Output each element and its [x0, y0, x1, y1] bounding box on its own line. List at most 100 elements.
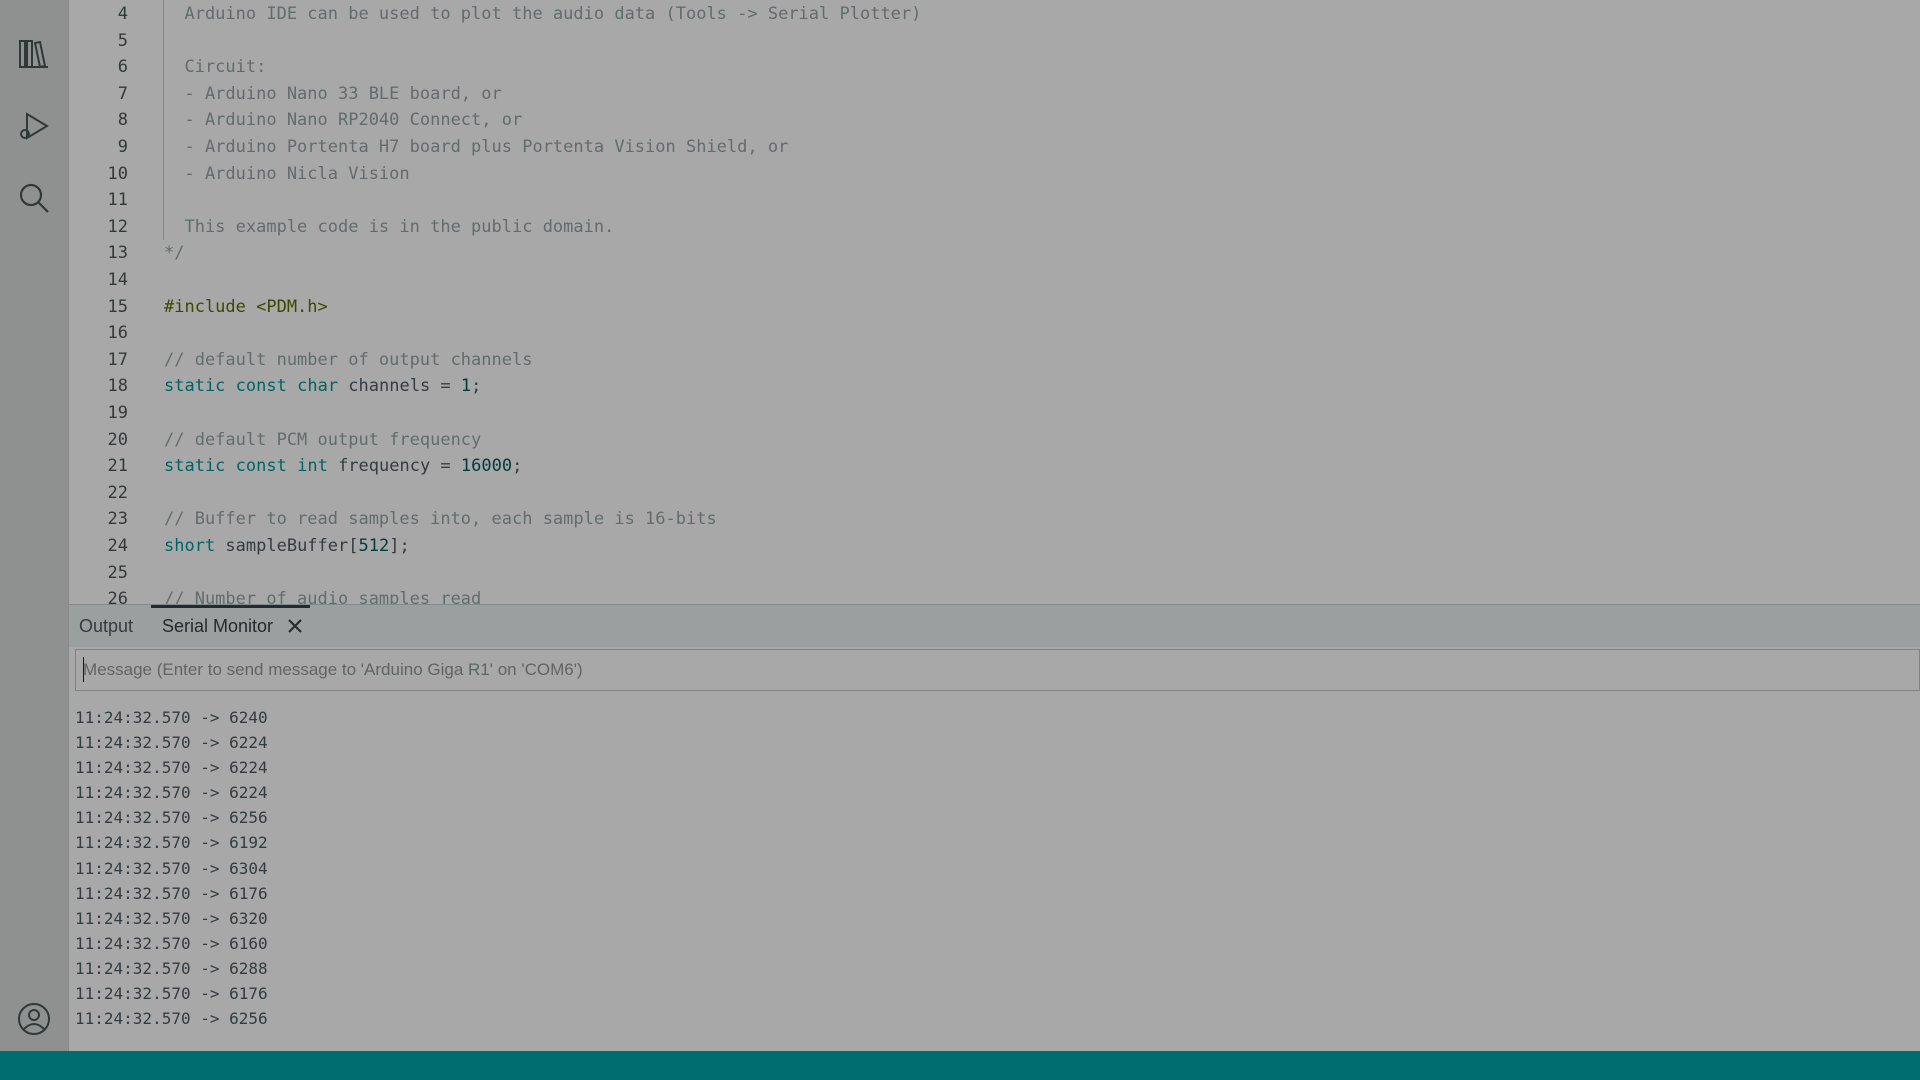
code-line[interactable]: 13 */ — [69, 240, 1920, 267]
code-line[interactable]: 5 — [69, 28, 1920, 55]
code-line[interactable]: 24 short sampleBuffer[512]; — [69, 533, 1920, 560]
serial-line: 11:24:32.570 -> 6224 — [75, 758, 268, 778]
line-number: 25 — [107, 562, 128, 583]
line-number: 9 — [117, 137, 128, 157]
code-token: sampleBuffer[ — [215, 536, 359, 556]
code-line[interactable]: 18 static const char channels = 1; — [69, 373, 1920, 400]
line-number: 15 — [107, 296, 128, 317]
code-token: 16000 — [460, 456, 513, 477]
message-field-wrapper — [75, 649, 1920, 691]
tab-serial-monitor[interactable]: Serial Monitor — [162, 605, 273, 647]
code-editor[interactable]: 4 Arduino IDE can be used to plot the au… — [69, 0, 1920, 604]
line-number: 5 — [117, 30, 128, 51]
line-number: 21 — [107, 456, 128, 477]
line-number: 13 — [107, 243, 128, 264]
line-number: 19 — [107, 403, 128, 423]
line-number: 18 — [107, 376, 128, 397]
serial-line: 11:24:32.570 -> 6320 — [75, 908, 268, 928]
code-token: 1 — [460, 376, 472, 397]
tab-output[interactable]: Output — [79, 605, 133, 647]
code-token: 512 — [358, 536, 390, 556]
code-text: - Arduino Portenta H7 board plus Portent… — [164, 137, 789, 157]
code-token: frequency = — [327, 456, 461, 477]
code-token: channels = — [338, 376, 461, 397]
library-icon[interactable] — [14, 34, 54, 74]
code-line[interactable]: 10 - Arduino Nicla Vision — [69, 161, 1920, 188]
bottom-panel: Output Serial Monitor 11:24:32.570 -> 62… — [69, 604, 1920, 1052]
line-number: 22 — [107, 482, 128, 503]
serial-line: 11:24:32.570 -> 6224 — [75, 783, 268, 803]
code-text: // Number of audio samples read — [164, 589, 482, 604]
serial-line: 11:24:32.570 -> 6240 — [75, 708, 268, 727]
code-token: static — [164, 456, 226, 477]
code-token: const — [235, 376, 287, 397]
code-text: #include <PDM.h> — [164, 296, 328, 317]
code-text: // default number of output channels — [164, 349, 533, 370]
code-line[interactable]: 6 Circuit: — [69, 54, 1920, 81]
code-line[interactable]: 14 — [69, 267, 1920, 294]
line-number: 14 — [107, 270, 128, 290]
code-line[interactable]: 15 #include <PDM.h> — [69, 294, 1920, 321]
code-text: static const int frequency = 16000; — [164, 453, 522, 480]
code-line[interactable]: 25 — [69, 560, 1920, 587]
code-line[interactable]: 22 — [69, 480, 1920, 507]
serial-output: 11:24:32.570 -> 6240 11:24:32.570 -> 6224… — [75, 705, 268, 1031]
serial-line: 11:24:32.570 -> 6176 — [75, 883, 268, 903]
line-number: 24 — [107, 536, 128, 556]
code-text: static const char channels = 1; — [164, 373, 481, 400]
line-number: 10 — [107, 163, 128, 184]
code-line[interactable]: 11 — [69, 187, 1920, 214]
close-icon[interactable] — [285, 616, 305, 636]
text-caret — [83, 657, 84, 682]
code-token: ; — [512, 456, 523, 477]
code-token: short — [164, 536, 216, 556]
code-line[interactable]: 26 // Number of audio samples read — [69, 586, 1920, 604]
line-number: 20 — [107, 429, 128, 450]
serial-message-input[interactable] — [76, 650, 1919, 690]
code-line[interactable]: 19 — [69, 400, 1920, 427]
code-line[interactable]: 4 Arduino IDE can be used to plot the au… — [69, 1, 1920, 28]
code-text: - Arduino Nano RP2040 Connect, or — [164, 110, 523, 131]
code-token: static — [164, 376, 226, 397]
code-line[interactable]: 17 // default number of output channels — [69, 347, 1920, 374]
line-number: 8 — [117, 110, 128, 131]
line-number: 23 — [107, 509, 128, 530]
search-icon[interactable] — [14, 178, 54, 218]
line-number: 12 — [107, 216, 128, 237]
serial-line: 11:24:32.570 -> 6176 — [75, 984, 268, 1004]
code-text: // default PCM output frequency — [164, 429, 482, 450]
serial-line: 11:24:32.570 -> 6256 — [75, 808, 268, 828]
code-line[interactable]: 7 - Arduino Nano 33 BLE board, or — [69, 81, 1920, 108]
status-bar — [0, 1051, 1920, 1080]
code-line[interactable]: 20 // default PCM output frequency — [69, 427, 1920, 454]
code-line[interactable]: 12 This example code is in the public do… — [69, 214, 1920, 241]
code-line[interactable]: 8 - Arduino Nano RP2040 Connect, or — [69, 107, 1920, 134]
serial-line: 11:24:32.570 -> 6160 — [75, 933, 268, 953]
line-number: 6 — [117, 57, 128, 78]
line-number: 17 — [107, 349, 128, 370]
code-token: ]; — [389, 536, 410, 556]
serial-line: 11:24:32.570 -> 6304 — [75, 858, 268, 878]
code-line[interactable]: 23 // Buffer to read samples into, each s… — [69, 506, 1920, 533]
code-text: short sampleBuffer[512]; — [164, 533, 410, 560]
panel-tabbar: Output Serial Monitor — [69, 605, 1920, 647]
line-number: 7 — [117, 83, 128, 104]
debug-icon[interactable] — [14, 106, 54, 146]
code-text: - Arduino Nano 33 BLE board, or — [164, 83, 502, 104]
code-token: int — [297, 456, 328, 477]
serial-line: 11:24:32.570 -> 6224 — [75, 733, 268, 753]
code-line[interactable]: 21 static const int frequency = 16000; — [69, 453, 1920, 480]
line-number: 11 — [107, 190, 128, 211]
activity-bar — [0, 0, 69, 1051]
account-icon[interactable] — [14, 999, 54, 1039]
code-token: char — [297, 376, 339, 397]
code-line[interactable]: 16 — [69, 320, 1920, 347]
code-line[interactable]: 9 - Arduino Portenta H7 board plus Porte… — [69, 134, 1920, 161]
code-text: */ — [164, 243, 185, 264]
code-token: ; — [471, 376, 482, 397]
serial-line: 11:24:32.570 -> 6192 — [75, 833, 268, 853]
